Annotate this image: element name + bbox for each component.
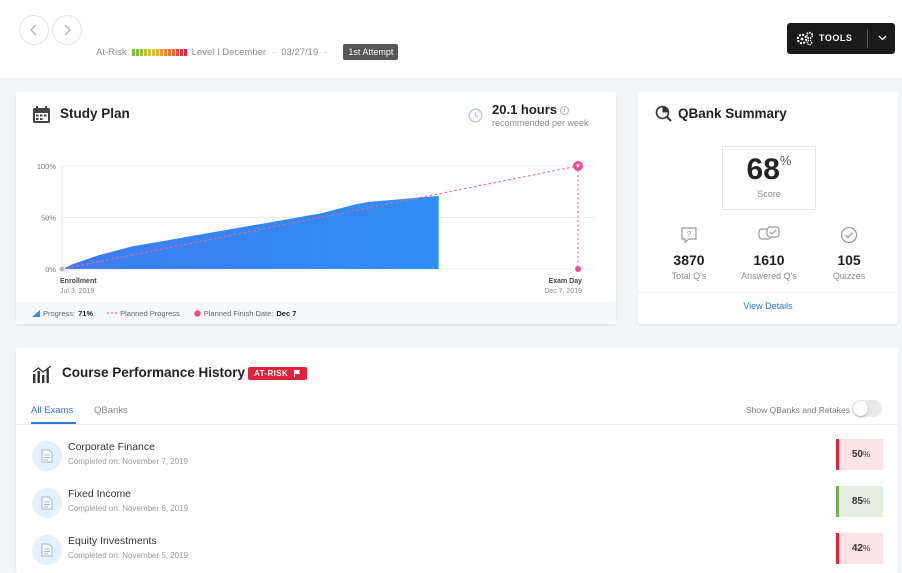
tools-label: TOOLS — [819, 33, 853, 43]
stat-answered-questions: 1610 Answered Q's — [734, 226, 804, 281]
risk-meter-segment — [135, 48, 139, 56]
exam-name: Equity Investments — [68, 535, 157, 547]
score-value: 68 — [746, 153, 780, 186]
stat-total-questions: ? 3870 Total Q's — [654, 226, 724, 281]
forward-button[interactable] — [52, 15, 82, 45]
tools-dropdown-button[interactable]: TOOLS — [787, 23, 895, 54]
score-label: Score — [757, 189, 781, 199]
view-details-link[interactable]: View Details — [638, 301, 898, 311]
qbank-title: QBank Summary — [678, 106, 787, 121]
attempt-badge: 1st Attempt — [343, 44, 399, 60]
risk-meter-segment — [163, 48, 167, 56]
document-icon — [41, 496, 53, 510]
chevron-left-icon — [30, 24, 37, 36]
bar-chart-icon — [32, 365, 52, 383]
risk-meter-segment — [155, 48, 159, 56]
exam-name: Fixed Income — [68, 488, 132, 500]
study-plan-chart: 100% 50% 0% Enrollment Jul 3, 2019 Exam Day De… — [37, 161, 594, 295]
legend-progress: Progress: 71% — [32, 309, 93, 318]
exam-score: 42% — [836, 533, 883, 564]
x-start-label: Enrollment — [60, 278, 97, 285]
y-tick-label: 0% — [45, 265, 56, 274]
risk-meter-segment — [139, 48, 143, 56]
risk-meter-segment — [143, 48, 147, 56]
dashed-line-icon — [107, 312, 118, 314]
stat-quizzes: 105 Quizzes — [814, 226, 884, 281]
tab-all-exams[interactable]: All Exams — [31, 405, 73, 416]
enrollment-point — [58, 265, 66, 273]
x-start-date: Jul 3, 2019 — [60, 288, 94, 295]
risk-meter-segment — [147, 48, 151, 56]
tab-qbanks[interactable]: QBanks — [94, 405, 128, 416]
search-progress-icon — [655, 105, 672, 122]
y-tick-label: 50% — [41, 214, 56, 223]
score-box: 68% Score — [722, 146, 816, 210]
document-icon — [41, 543, 53, 557]
exam-day-point — [575, 266, 581, 272]
risk-meter-segment — [179, 48, 183, 56]
exam-meta: At-Risk Level I December · 03/27/19 · 1s… — [96, 44, 399, 60]
progress-swatch-icon — [32, 309, 40, 317]
legend-planned: Planned Progress — [107, 309, 180, 318]
exam-score: 85% — [836, 486, 883, 517]
qbank-summary-card: QBank Summary 68% Score ? 3870 Total Q's… — [638, 92, 898, 324]
actual-progress-area — [62, 195, 439, 269]
flag-icon — [293, 370, 301, 377]
show-qbanks-toggle[interactable] — [852, 400, 882, 417]
exam-row[interactable]: Corporate Finance Completed on: November… — [16, 439, 898, 485]
exam-row[interactable]: Equity Investments Completed on: Novembe… — [16, 533, 898, 573]
back-button[interactable] — [19, 15, 49, 45]
risk-meter-segment — [159, 48, 163, 56]
finish-dot-icon — [194, 309, 201, 317]
course-performance-title: Course Performance History — [62, 365, 246, 380]
check-circle-icon — [840, 226, 858, 244]
risk-label: At-Risk — [96, 46, 127, 58]
legend-finish: Planned Finish Date: Dec 7 — [194, 309, 296, 318]
exam-date: Completed on: November 5, 2019 — [68, 551, 189, 560]
exam-date: 03/27/19 — [281, 46, 319, 58]
exam-score: 50% — [836, 439, 883, 470]
risk-meter — [131, 48, 187, 56]
chevron-down-icon — [878, 35, 887, 41]
question-bubble-icon: ? — [681, 227, 697, 244]
risk-meter-segment — [151, 48, 155, 56]
svg-text:?: ? — [687, 230, 692, 239]
course-performance-card: Course Performance History AT-RISK All E… — [16, 348, 898, 573]
x-end-date: Dec 7, 2019 — [544, 288, 582, 295]
top-bar: At-Risk Level I December · 03/27/19 · 1s… — [0, 0, 902, 78]
risk-meter-segment — [167, 48, 171, 56]
level-label: Level I December — [191, 46, 267, 58]
x-end-label: Exam Day — [549, 278, 583, 285]
at-risk-badge: AT-RISK — [248, 367, 307, 380]
risk-meter-segment — [131, 48, 135, 56]
exam-date: Completed on: November 6, 2019 — [68, 504, 189, 513]
answered-bubbles-icon — [758, 226, 780, 240]
document-icon — [41, 449, 53, 463]
chart-legend: Progress: 71% Planned Progress Planned F… — [16, 302, 616, 324]
exam-date: Completed on: November 7, 2019 — [68, 457, 189, 466]
chevron-right-icon — [64, 24, 71, 36]
y-tick-label: 100% — [37, 162, 57, 171]
exam-name: Corporate Finance — [68, 441, 155, 453]
study-plan-card: Study Plan 20.1 hours i recommended per w… — [16, 92, 616, 324]
risk-meter-segment — [171, 48, 175, 56]
gears-icon — [796, 31, 814, 46]
risk-meter-segment — [175, 48, 179, 56]
exam-row[interactable]: Fixed Income Completed on: November 6, 2… — [16, 486, 898, 532]
risk-meter-segment — [183, 48, 187, 56]
toggle-label: Show QBanks and Retakes — [746, 405, 850, 415]
